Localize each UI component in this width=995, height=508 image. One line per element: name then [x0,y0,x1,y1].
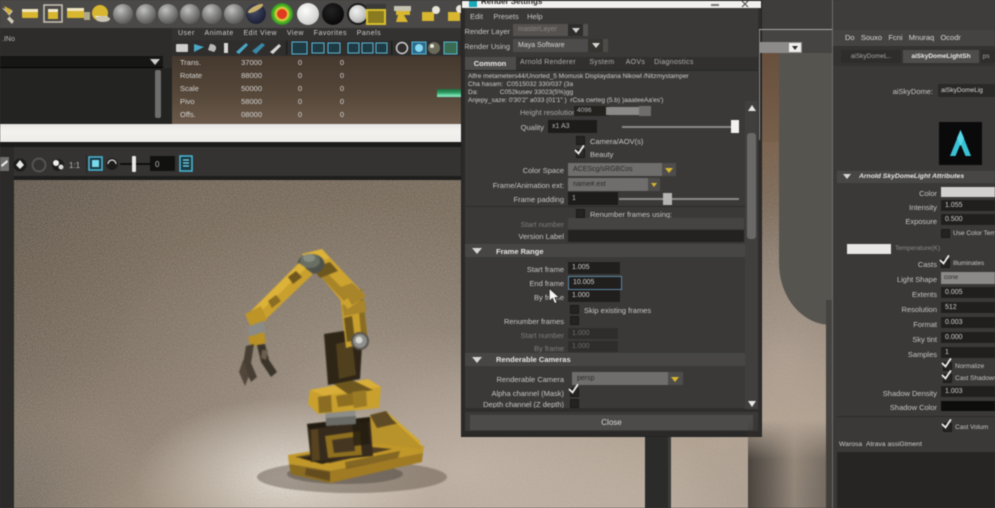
svg-text:0: 0 [155,160,160,169]
svg-text:1:1: 1:1 [69,161,81,170]
